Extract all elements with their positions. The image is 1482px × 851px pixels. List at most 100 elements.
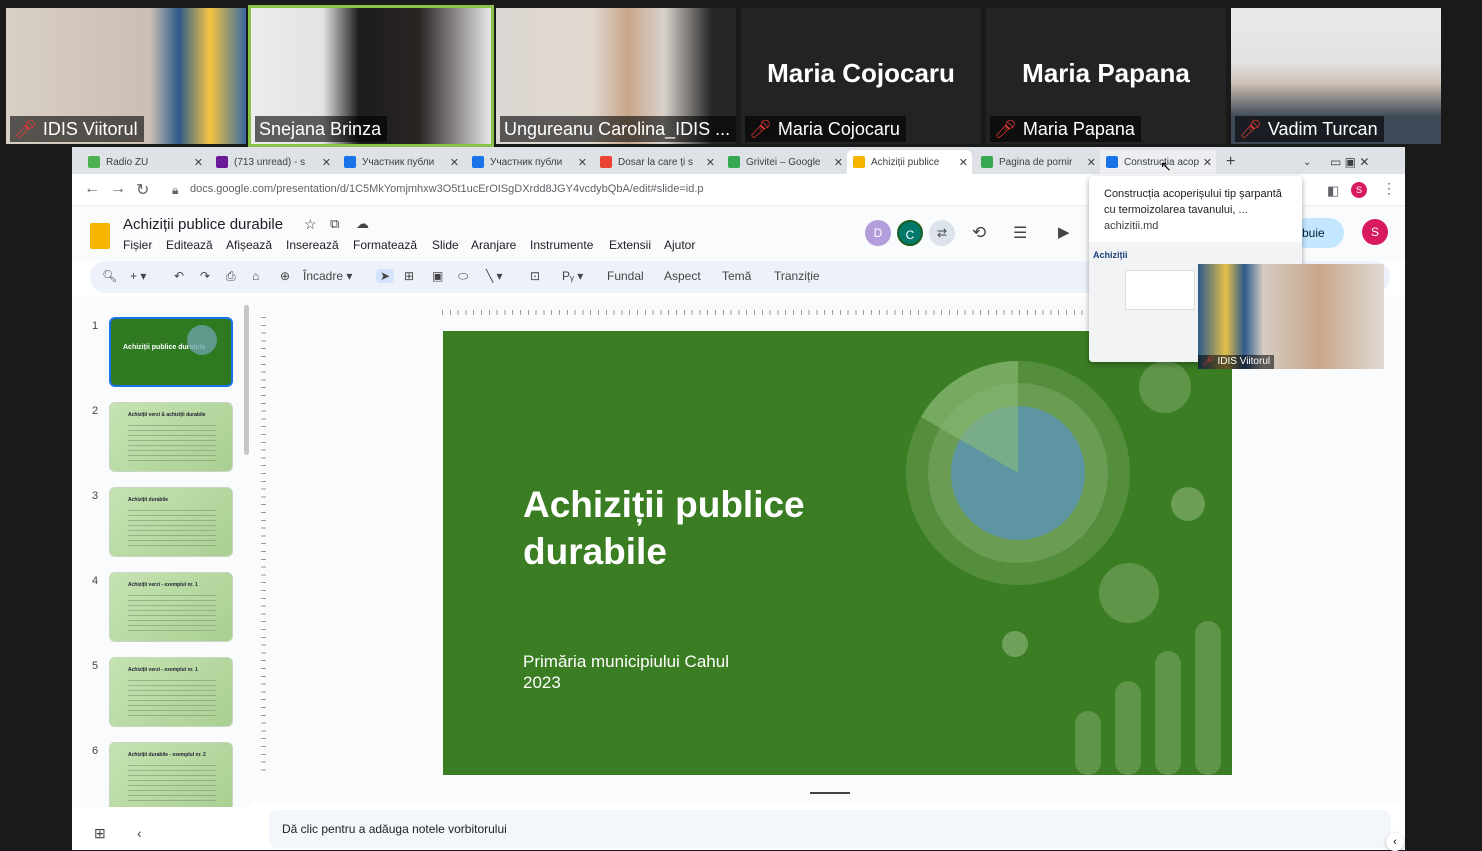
redo-icon[interactable]: ↷ xyxy=(200,269,210,283)
chevron-down-icon[interactable]: ⌄ xyxy=(1297,150,1317,174)
slide-thumbnail[interactable]: Achiziții verzi - exemplul nr. 1 xyxy=(109,572,233,642)
menu-tools[interactable]: Instrumente xyxy=(530,238,593,252)
zoom-fit-dropdown[interactable]: Încadre ▾ xyxy=(303,269,352,283)
collaborator-avatar[interactable]: D xyxy=(865,220,891,246)
slide-canvas[interactable]: Achiziții publice durabile Primăria muni… xyxy=(443,331,1232,775)
image-icon[interactable]: ▣ xyxy=(432,269,443,283)
participant-tile[interactable]: Maria Papana 🎤︎ Maria Papana xyxy=(986,8,1226,144)
name-tag: Snejana Brinza xyxy=(255,116,388,142)
participant-tile[interactable]: 🎤︎ IDIS Viitorul xyxy=(6,8,246,144)
select-cursor-icon[interactable]: ➤ xyxy=(376,269,395,283)
close-icon[interactable]: ✕ xyxy=(1203,156,1212,169)
text-box-icon[interactable]: ⊞ xyxy=(404,269,414,283)
close-icon[interactable]: ✕ xyxy=(578,156,587,169)
participant-tile[interactable]: 🎤︎ Vadim Turcan xyxy=(1231,8,1441,144)
comment-add-icon[interactable]: ⊡ xyxy=(530,269,540,283)
back-icon[interactable]: ← xyxy=(84,180,100,198)
history-icon[interactable]: ⟲ xyxy=(972,223,986,243)
url-input[interactable]: docs.google.com/presentation/d/1C5MkYomj… xyxy=(190,183,704,195)
browser-tab[interactable]: (713 unread) - s ✕ xyxy=(210,150,335,174)
sidebar-icon[interactable]: ◧ xyxy=(1327,183,1339,199)
decorative-circle xyxy=(187,325,217,355)
close-icon[interactable]: ✕ xyxy=(1087,156,1096,169)
participant-name: Snejana Brinza xyxy=(259,119,382,139)
menu-slide[interactable]: Slide xyxy=(432,238,459,252)
print-icon[interactable]: ⎙ xyxy=(226,269,236,284)
participant-tile[interactable]: Maria Cojocaru 🎤︎ Maria Cojocaru xyxy=(741,8,981,144)
slide-thumbnail-selected[interactable]: Achiziții publice durabile xyxy=(109,317,233,387)
notes-resize-handle[interactable] xyxy=(810,792,850,794)
grid-view-icon[interactable]: ⊞ xyxy=(94,825,106,842)
shape-icon[interactable]: ⬭ xyxy=(458,269,468,284)
preview-form xyxy=(1125,270,1195,310)
search-icon[interactable]: 🔍︎ xyxy=(102,269,117,283)
menu-edit[interactable]: Editează xyxy=(166,238,213,252)
line-icon[interactable]: ╲ ▾ xyxy=(486,269,503,283)
browser-tab[interactable]: Construcția acop ✕ xyxy=(1100,150,1216,174)
layout-button[interactable]: Aspect xyxy=(664,269,701,283)
profile-avatar[interactable]: S xyxy=(1351,182,1367,198)
tab-label: (713 unread) - s xyxy=(234,156,306,168)
present-icon[interactable]: ▶ xyxy=(1058,223,1070,241)
input-tools-icon[interactable]: Pᵧ ▾ xyxy=(562,269,583,283)
slide-subtitle[interactable]: Primăria municipiului Cahul 2023 xyxy=(523,651,823,693)
thumbnail-text-lines xyxy=(128,595,216,631)
reload-icon[interactable]: ↻ xyxy=(136,180,149,200)
expand-panel-icon[interactable]: ‹ xyxy=(1386,833,1404,851)
close-icon[interactable]: ✕ xyxy=(834,156,843,169)
participant-tile-active[interactable]: Snejana Brinza xyxy=(248,5,494,147)
undo-icon[interactable]: ↶ xyxy=(174,269,184,283)
menu-view[interactable]: Afișează xyxy=(226,238,272,252)
slide-thumbnail[interactable]: Achiziții durabile - exemplul nr. 2 xyxy=(109,742,233,807)
menu-arrange[interactable]: Aranjare xyxy=(471,238,516,252)
close-icon[interactable]: ✕ xyxy=(194,156,203,169)
document-title[interactable]: Achiziții publice durabile xyxy=(123,216,283,233)
muted-mic-icon: 🎤︎ xyxy=(994,119,1017,139)
menu-extensions[interactable]: Extensii xyxy=(609,238,651,252)
menu-format[interactable]: Formatează xyxy=(353,238,417,252)
browser-tab[interactable]: Dosar la care ți s ✕ xyxy=(594,150,719,174)
theme-button[interactable]: Temă xyxy=(722,269,751,283)
collaborator-avatar[interactable]: C xyxy=(897,220,923,246)
star-icon[interactable]: ☆ xyxy=(304,216,317,233)
browser-tab[interactable]: Grivitei – Google ✕ xyxy=(722,150,847,174)
floating-video[interactable]: 🎤︎ IDIS Viitorul xyxy=(1198,264,1384,369)
slides-logo-icon[interactable] xyxy=(90,223,110,249)
tab-label: Dosar la care ți s xyxy=(618,156,694,168)
menu-file[interactable]: Fișier xyxy=(123,238,152,252)
forward-icon[interactable]: → xyxy=(110,180,126,198)
zoom-fit-label: Încadre xyxy=(303,269,344,283)
folder-icon[interactable]: ⧉ xyxy=(330,216,339,232)
slide-thumbnail[interactable]: Achiziții verzi & achiziții durabile xyxy=(109,402,233,472)
collapse-filmstrip-icon[interactable]: ‹ xyxy=(137,825,142,841)
browser-tab-active[interactable]: Achiziții publice ✕ xyxy=(847,150,972,174)
meet-icon[interactable]: ⇄ xyxy=(929,220,955,246)
menu-insert[interactable]: Inserează xyxy=(286,238,339,252)
comment-icon[interactable]: ☰ xyxy=(1013,223,1027,243)
browser-tab[interactable]: Radio ZU ✕ xyxy=(82,150,207,174)
browser-tab[interactable]: Pagina de pornir ✕ xyxy=(975,150,1100,174)
close-icon[interactable]: ✕ xyxy=(706,156,715,169)
speaker-notes[interactable]: Dă clic pentru a adăuga notele vorbitoru… xyxy=(269,810,1391,848)
profile-avatar[interactable]: S xyxy=(1362,219,1388,245)
slide-thumbnail[interactable]: Achiziții durabile xyxy=(109,487,233,557)
new-slide-icon[interactable]: + ▾ xyxy=(130,269,146,283)
tab-label: Участник публи xyxy=(490,156,563,168)
close-icon[interactable]: ✕ xyxy=(322,156,331,169)
background-button[interactable]: Fundal xyxy=(607,269,644,283)
browser-tab[interactable]: Участник публи ✕ xyxy=(466,150,591,174)
window-controls[interactable]: ▭ ▣ ✕ xyxy=(1324,150,1400,174)
transition-button[interactable]: Tranziție xyxy=(774,269,820,283)
browser-tab[interactable]: Участник публи ✕ xyxy=(338,150,463,174)
slide-title[interactable]: Achiziții publice durabile xyxy=(523,481,903,575)
more-icon[interactable]: ⋮ xyxy=(1382,180,1396,197)
new-tab-button[interactable]: + xyxy=(1220,150,1248,174)
participant-tile[interactable]: Ungureanu Carolina_IDIS ... xyxy=(496,8,736,144)
zoom-icon[interactable]: ⊕ xyxy=(280,269,290,283)
filmstrip-scrollbar[interactable] xyxy=(244,305,249,455)
menu-help[interactable]: Ajutor xyxy=(664,238,695,252)
paint-format-icon[interactable]: ⌂ xyxy=(252,269,259,283)
close-icon[interactable]: ✕ xyxy=(959,156,968,169)
slide-thumbnail[interactable]: Achiziții verzi - exemplul nr. 1 xyxy=(109,657,233,727)
close-icon[interactable]: ✕ xyxy=(450,156,459,169)
